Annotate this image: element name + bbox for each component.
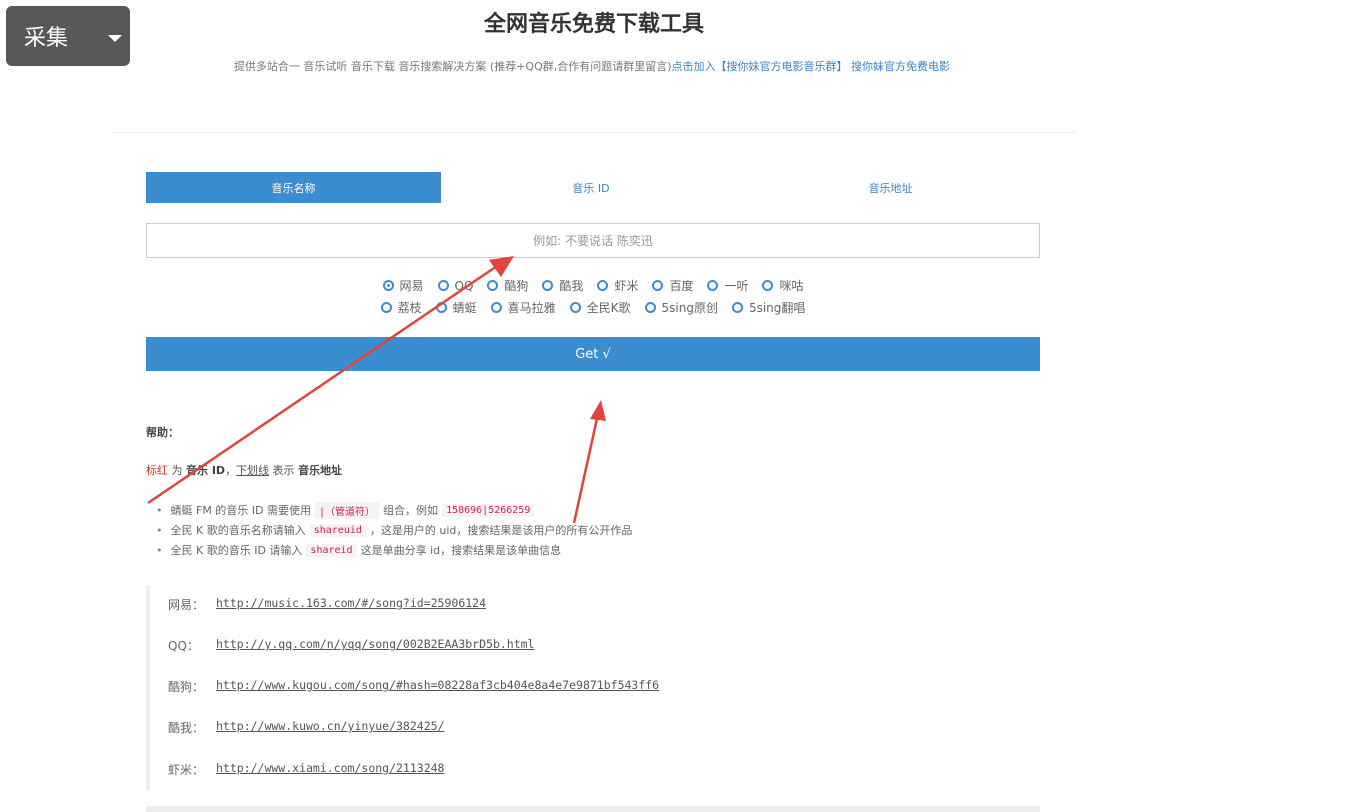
arrow-to-search-line [147, 264, 498, 505]
arrow-head-icon [489, 256, 514, 277]
annotation-arrows [147, 256, 606, 524]
arrow-to-get-line [572, 413, 600, 524]
arrow-head-icon [590, 400, 606, 421]
